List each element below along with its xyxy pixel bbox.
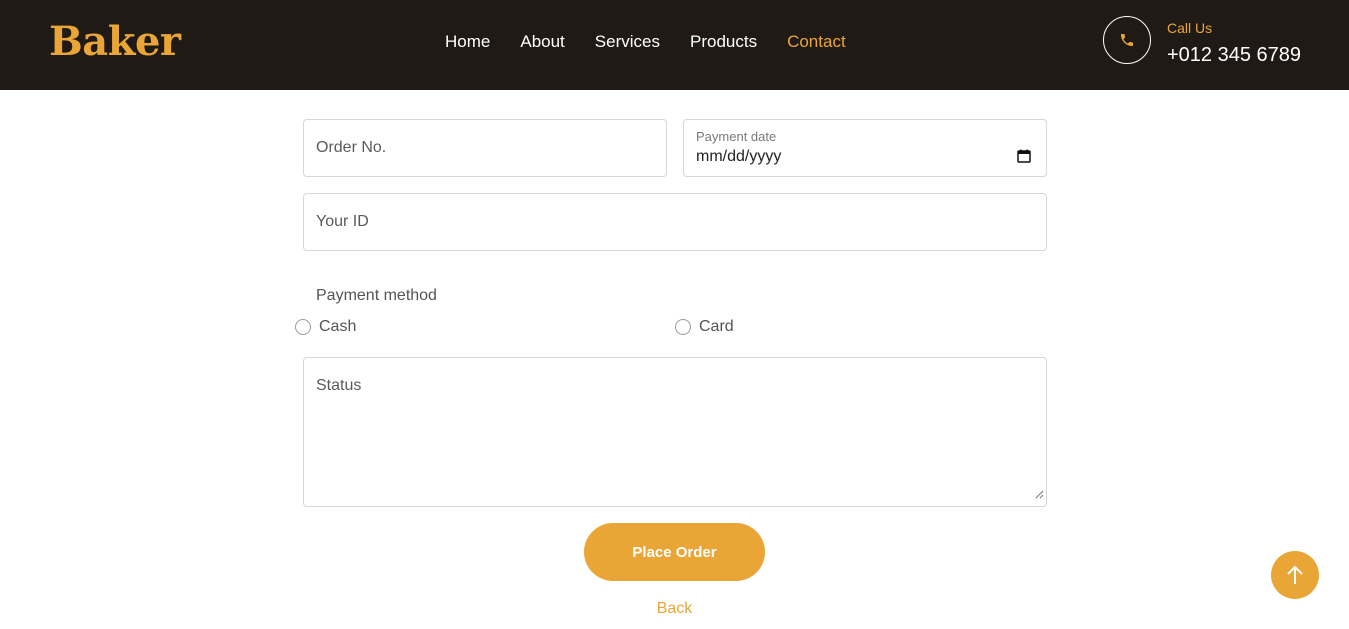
calendar-icon[interactable] [1017, 149, 1031, 168]
nav-contact[interactable]: Contact [787, 33, 846, 51]
radio-cash[interactable]: Cash [295, 318, 356, 336]
resize-handle-icon[interactable] [1035, 486, 1044, 504]
main-nav: Home About Services Products Contact [445, 33, 846, 51]
radio-cash-label: Cash [319, 318, 357, 335]
phone-number[interactable]: +012 345 6789 [1167, 44, 1301, 67]
nav-home[interactable]: Home [445, 33, 490, 51]
order-no-input[interactable]: Order No. [303, 119, 667, 177]
navbar: Baker Home About Services Products Conta… [0, 0, 1349, 90]
status-placeholder: Status [316, 377, 362, 394]
radio-cash-circle[interactable] [295, 319, 311, 335]
nav-products[interactable]: Products [690, 33, 757, 51]
back-link: Back [0, 600, 1349, 618]
your-id-input[interactable]: Your ID [303, 193, 1047, 251]
status-textarea[interactable]: Status [303, 357, 1047, 507]
radio-card[interactable]: Card [675, 318, 734, 336]
your-id-placeholder: Your ID [316, 213, 369, 230]
radio-card-circle[interactable] [675, 319, 691, 335]
call-us-label: Call Us [1167, 20, 1213, 36]
phone-icon[interactable] [1103, 16, 1151, 64]
payment-date-value: mm/dd/yyyy [696, 148, 782, 165]
phone-icon-glyph [1121, 34, 1133, 46]
order-no-placeholder: Order No. [316, 139, 387, 156]
back-link-text[interactable]: Back [657, 600, 693, 617]
payment-date-label: Payment date [696, 129, 777, 144]
place-order-button[interactable]: Place Order [584, 523, 765, 581]
arrow-up-icon [1287, 565, 1303, 584]
brand-logo[interactable]: Baker [49, 18, 181, 65]
back-to-top-button[interactable] [1271, 551, 1319, 599]
payment-method-label: Payment method [316, 287, 437, 304]
radio-card-label: Card [699, 318, 734, 335]
nav-about[interactable]: About [520, 33, 564, 51]
nav-services[interactable]: Services [595, 33, 660, 51]
payment-date-input[interactable]: Payment date mm/dd/yyyy [683, 119, 1047, 177]
